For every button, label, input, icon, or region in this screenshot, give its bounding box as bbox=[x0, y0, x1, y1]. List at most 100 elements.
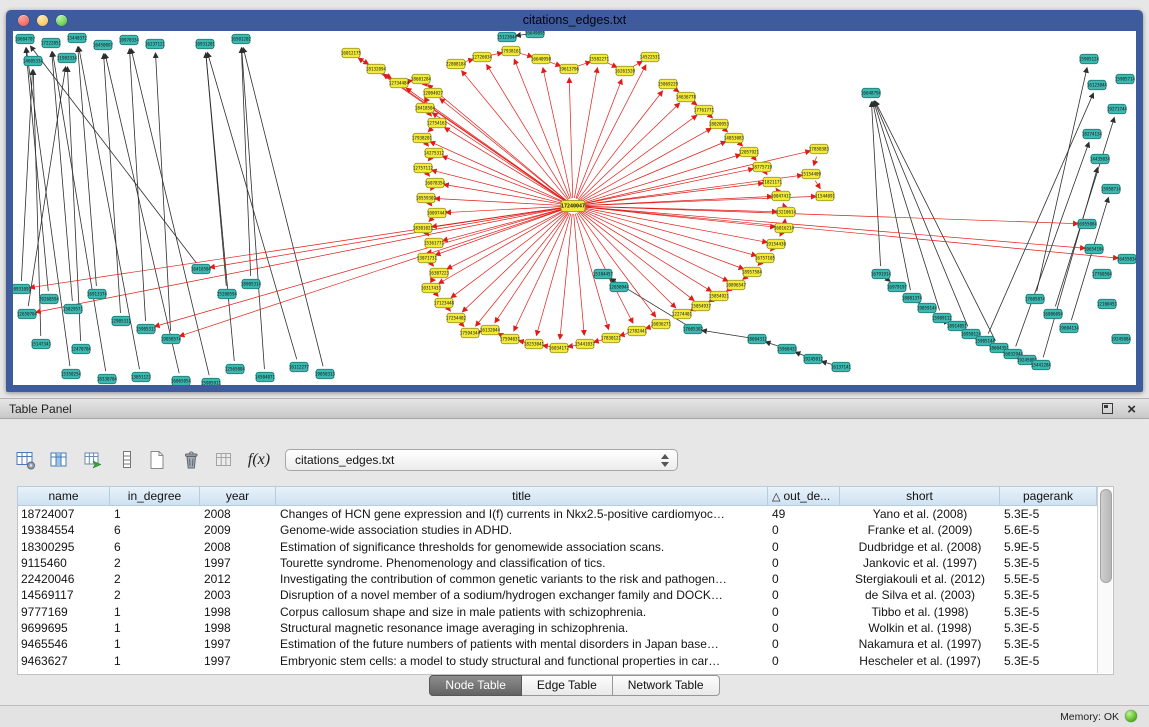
graph-edge[interactable] bbox=[430, 114, 431, 116]
column-header-out_de[interactable]: △out_de... bbox=[768, 486, 840, 506]
graph-node[interactable]: 15361771 bbox=[424, 238, 445, 248]
graph-edge[interactable] bbox=[431, 204, 432, 205]
table-row[interactable]: 946362711997Embryonic stem cells: a mode… bbox=[17, 653, 1097, 669]
graph-node[interactable]: 18905314 bbox=[241, 279, 262, 289]
graph-edge[interactable] bbox=[440, 99, 567, 201]
graph-edge[interactable] bbox=[581, 155, 741, 204]
graph-edge[interactable] bbox=[692, 102, 696, 105]
graph-edge[interactable] bbox=[67, 67, 80, 341]
table-scrollbar[interactable] bbox=[1097, 487, 1112, 673]
graph-node[interactable]: 15905313 bbox=[136, 324, 157, 334]
graph-edge[interactable] bbox=[78, 47, 97, 286]
graph-node[interactable]: 10931091 bbox=[13, 284, 32, 294]
graph-edge[interactable] bbox=[581, 207, 1085, 249]
graph-edge[interactable] bbox=[581, 207, 1118, 258]
graph-node[interactable]: 16455034 bbox=[1117, 254, 1136, 264]
minimize-window-button[interactable] bbox=[37, 15, 48, 26]
graph-edge[interactable] bbox=[632, 61, 642, 67]
network-graph[interactable]: 1724004718601284120040271841850412754161… bbox=[13, 31, 1136, 385]
graph-edge[interactable] bbox=[579, 115, 696, 201]
graph-node[interactable]: 16078354 bbox=[425, 178, 446, 188]
graph-node[interactable]: 16501202 bbox=[231, 34, 252, 44]
graph-node[interactable]: 16132044 bbox=[480, 325, 501, 335]
graph-node[interactable]: 20260594 bbox=[39, 294, 60, 304]
graph-node[interactable]: 18330704 bbox=[97, 374, 118, 384]
graph-node[interactable]: 16649095 bbox=[525, 31, 546, 38]
graph-node[interactable]: 17760504 bbox=[1092, 269, 1113, 279]
graph-edge[interactable] bbox=[569, 78, 573, 198]
show-columns-icon[interactable] bbox=[46, 446, 74, 474]
graph-node[interactable]: 18301021 bbox=[413, 223, 434, 233]
graph-node[interactable]: 17850383 bbox=[809, 144, 830, 154]
graph-edge[interactable] bbox=[155, 53, 170, 331]
graph-node[interactable]: 22808184 bbox=[446, 59, 467, 69]
new-column-icon[interactable] bbox=[80, 446, 108, 474]
graph-node[interactable]: 15905911 bbox=[201, 378, 222, 385]
graph-node[interactable]: 19604134 bbox=[1059, 323, 1080, 333]
graph-node[interactable]: 12734484 bbox=[389, 78, 410, 88]
graph-node[interactable]: 14435034 bbox=[1090, 154, 1111, 164]
graph-node[interactable]: 12057921 bbox=[739, 147, 760, 157]
graph-edge[interactable] bbox=[428, 174, 429, 176]
graph-edge[interactable] bbox=[766, 174, 767, 175]
graph-edge[interactable] bbox=[208, 53, 297, 360]
graph-node[interactable]: 16450097 bbox=[93, 40, 114, 50]
graph-node[interactable]: 19613796 bbox=[559, 64, 580, 74]
graph-node[interactable]: 17761771 bbox=[694, 105, 715, 115]
graph-edge[interactable] bbox=[1037, 68, 1087, 291]
table-row[interactable]: 911546021997Tourette syndrome. Phenomeno… bbox=[17, 555, 1097, 571]
graph-edge[interactable] bbox=[581, 207, 767, 242]
graph-node[interactable]: 18957584 bbox=[742, 267, 763, 277]
graph-node[interactable]: 17222051 bbox=[41, 38, 62, 48]
close-panel-icon[interactable]: × bbox=[1127, 400, 1136, 419]
graph-node[interactable]: 15829571 bbox=[63, 304, 84, 314]
graph-node[interactable]: 17240047 bbox=[561, 201, 585, 212]
graph-node[interactable]: 18253041 bbox=[524, 339, 545, 349]
graph-edge[interactable] bbox=[21, 70, 32, 281]
graph-edge[interactable] bbox=[358, 57, 369, 64]
import-table-icon[interactable] bbox=[211, 446, 239, 474]
table-row[interactable]: 1830029562008Estimation of significance … bbox=[17, 539, 1097, 555]
graph-node[interactable]: 15905714 bbox=[1115, 74, 1136, 84]
graph-edge[interactable] bbox=[428, 129, 431, 132]
graph-edge[interactable] bbox=[36, 208, 565, 313]
graph-edge[interactable] bbox=[815, 181, 820, 189]
graph-node[interactable]: 15054937 bbox=[691, 301, 712, 311]
table-mode-icon[interactable] bbox=[12, 446, 40, 474]
graph-node[interactable]: 12470704 bbox=[71, 344, 92, 354]
graph-node[interactable]: 16416504 bbox=[191, 264, 212, 274]
graph-node[interactable]: 19154430 bbox=[766, 239, 787, 249]
graph-node[interactable]: 14636778 bbox=[676, 92, 697, 102]
graph-node[interactable]: 16757105 bbox=[755, 253, 776, 263]
graph-node[interactable]: 16791914 bbox=[871, 269, 892, 279]
graph-node[interactable]: 16955084 bbox=[1077, 219, 1098, 229]
graph-node[interactable]: 15441037 bbox=[575, 339, 596, 349]
graph-edge[interactable] bbox=[243, 48, 323, 367]
graph-edge[interactable] bbox=[887, 279, 890, 281]
memory-status-icon[interactable] bbox=[1125, 710, 1137, 722]
graph-edge[interactable] bbox=[536, 214, 570, 336]
graph-node[interactable]: 17830121 bbox=[601, 333, 622, 343]
graph-node[interactable]: 25200594 bbox=[217, 289, 238, 299]
graph-node[interactable]: 18020953 bbox=[709, 119, 730, 129]
graph-edge[interactable] bbox=[674, 89, 678, 92]
graph-node[interactable]: 15960433 bbox=[777, 344, 798, 354]
graph-node[interactable]: 12004027 bbox=[423, 88, 444, 98]
graph-edge[interactable] bbox=[740, 143, 743, 145]
graph-node[interactable]: 10097447 bbox=[427, 208, 448, 218]
graph-edge[interactable] bbox=[543, 68, 571, 198]
graph-node[interactable]: 15905124 bbox=[1079, 54, 1100, 64]
graph-node[interactable]: 13071731 bbox=[417, 253, 438, 263]
graph-edge[interactable] bbox=[428, 85, 567, 201]
close-window-button[interactable] bbox=[18, 15, 29, 26]
graph-node[interactable]: 18775719 bbox=[752, 162, 773, 172]
graph-edge[interactable] bbox=[549, 62, 561, 66]
graph-edge[interactable] bbox=[155, 208, 566, 326]
graph-edge[interactable] bbox=[435, 198, 565, 205]
graph-node[interactable]: 15184457 bbox=[593, 269, 614, 279]
graph-node[interactable]: 13440372 bbox=[67, 33, 88, 43]
graph-node[interactable]: 16913374 bbox=[87, 289, 108, 299]
graph-node[interactable]: 17605874 bbox=[1025, 294, 1046, 304]
float-panel-icon[interactable] bbox=[1102, 403, 1113, 414]
graph-node[interactable]: 19245084 bbox=[1111, 334, 1132, 344]
